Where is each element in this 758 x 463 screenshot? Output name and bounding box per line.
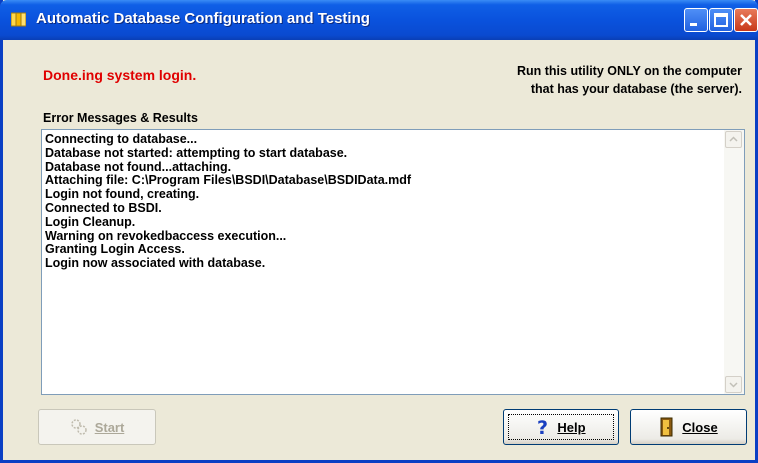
help-button-focus-ring: [508, 414, 614, 440]
result-line: Warning on revokedbaccess execution...: [45, 228, 287, 243]
maximize-icon: [714, 13, 728, 27]
maximize-button[interactable]: [709, 8, 733, 32]
result-line: Database not found...attaching.: [45, 159, 232, 174]
result-line: Login now associated with database.: [45, 256, 266, 271]
start-button[interactable]: Start: [38, 409, 156, 445]
result-line: Connecting to database...: [45, 132, 198, 146]
door-exit-icon: [659, 417, 675, 437]
start-button-label: Start: [94, 419, 125, 435]
help-button[interactable]: ? Help: [503, 409, 619, 445]
scroll-down-button[interactable]: [725, 376, 742, 393]
server-warning-line-1: Run this utility ONLY on the computer: [516, 64, 742, 78]
scroll-up-button[interactable]: [725, 131, 742, 148]
close-icon: [740, 14, 752, 26]
close-button-label: Close: [682, 419, 718, 435]
result-line: Login Cleanup.: [45, 214, 136, 229]
chevron-up-icon: [729, 136, 738, 142]
title-bar[interactable]: Automatic Database Configuration and Tes…: [0, 0, 758, 40]
result-line: Login not found, creating.: [45, 187, 200, 202]
server-warning: Run this utility ONLY on the computer th…: [442, 62, 742, 98]
minimize-button[interactable]: [684, 8, 708, 32]
server-warning-line-2: that has your database (the server).: [530, 82, 742, 96]
close-window-button[interactable]: [734, 8, 758, 32]
status-message: Done.ing system login.: [43, 67, 197, 83]
chevron-down-icon: [729, 382, 738, 388]
database-config-icon: [10, 12, 27, 27]
result-line: Database not started: attempting to star…: [45, 145, 348, 160]
result-line: Granting Login Access.: [45, 242, 185, 257]
main-window: Automatic Database Configuration and Tes…: [0, 0, 758, 463]
close-button[interactable]: Close: [630, 409, 747, 445]
result-line: Connected to BSDI.: [45, 200, 162, 215]
minimize-icon: [690, 23, 697, 26]
gears-icon: [70, 418, 88, 436]
results-lines: Connecting to database... Database not s…: [45, 132, 722, 271]
results-textbox[interactable]: Connecting to database... Database not s…: [41, 129, 745, 395]
vertical-scrollbar[interactable]: [724, 130, 744, 394]
results-label: Error Messages & Results: [43, 111, 198, 125]
window-title: Automatic Database Configuration and Tes…: [36, 10, 370, 27]
result-line: Attaching file: C:\Program Files\BSDI\Da…: [45, 173, 412, 188]
